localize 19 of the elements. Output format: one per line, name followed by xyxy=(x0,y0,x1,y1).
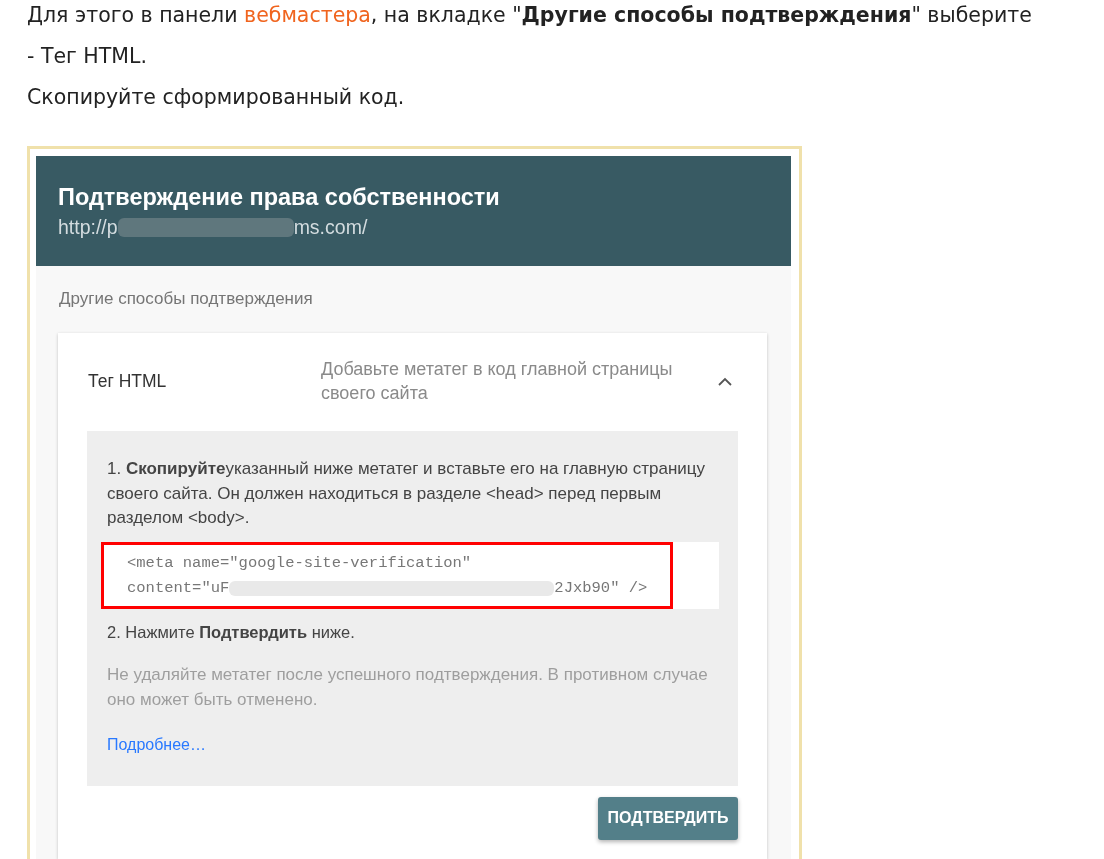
site-url-text: http://p xyxy=(58,215,118,240)
code-line: <meta name="google-site-verification" xyxy=(127,552,472,574)
dialog-title: Подтверждение права собственности xyxy=(58,183,500,212)
note-text: Не удаляйте метатег после успешного подтверждения. В противном случае оно может быть отменено. xyxy=(107,664,709,711)
webmaster-link[interactable]: вебмастера xyxy=(244,3,371,27)
instruction-text: Скопируйте сформированный код. xyxy=(27,84,405,111)
step-text: 1. Скопируйтеуказанный ниже метатег и вставьте его на главную страницу своего сайта. Он должен находиться в разделе <head> перед первым разделом <body>. xyxy=(107,458,706,529)
section-label: Другие способы подтверждения xyxy=(59,289,313,309)
method-name: Тег HTML xyxy=(88,370,167,391)
intro-paragraph: Для этого в панели вебмастера, на вкладке "Другие способы подтверждения" выберите xyxy=(27,2,1032,29)
step-text: 2. Нажмите Подтвердить ниже. xyxy=(107,621,355,643)
code-text: 2Jxb90" /> xyxy=(554,577,648,599)
chevron-up-icon[interactable] xyxy=(718,376,732,386)
confirm-button[interactable]: ПОДТВЕРДИТЬ xyxy=(598,796,738,840)
method-description: Добавьте метатег в код главной страницы своего сайта xyxy=(321,358,674,405)
code-text: content="uF xyxy=(127,577,230,599)
more-link[interactable]: Подробнее… xyxy=(107,733,206,758)
site-url-text: ms.com/ xyxy=(293,215,368,240)
instruction-text: - Тег HTML. xyxy=(27,43,147,70)
